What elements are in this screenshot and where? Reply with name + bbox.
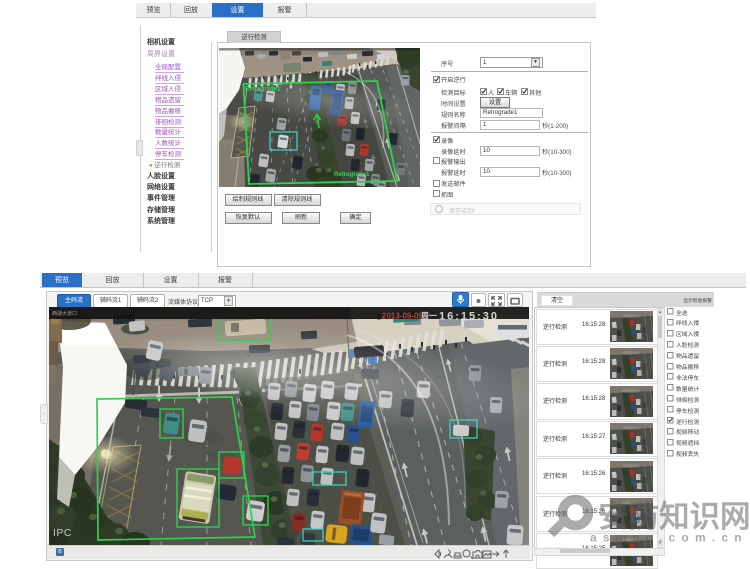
svg-text:2013-09-09: 2013-09-09 <box>382 312 423 321</box>
svg-text:西湖大道口: 西湖大道口 <box>52 310 77 317</box>
svg-text:安防知识网: 安防知识网 <box>598 500 750 534</box>
svg-text:Retrograde1: Retrograde1 <box>334 172 370 178</box>
svg-text:IPC: IPC <box>53 527 72 539</box>
svg-text:周一: 周一 <box>421 312 437 321</box>
svg-text:Retrograde1: Retrograde1 <box>245 87 281 93</box>
svg-text:16:15:30: 16:15:30 <box>439 311 499 323</box>
svg-text:asmag.com.cn: asmag.com.cn <box>590 531 748 545</box>
